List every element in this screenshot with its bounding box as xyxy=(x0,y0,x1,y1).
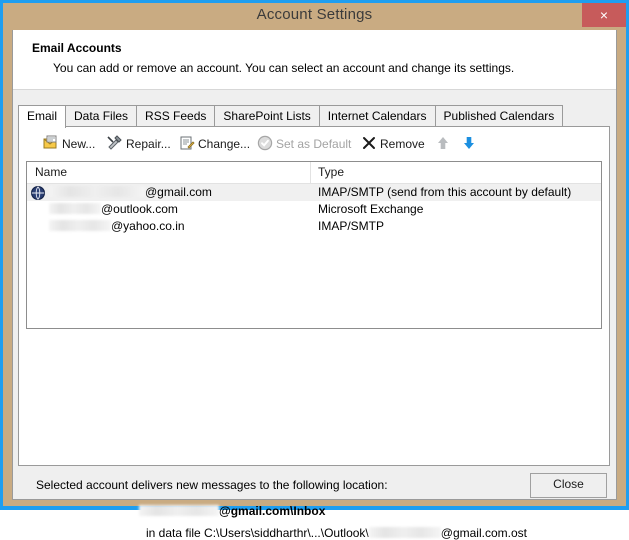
toolbar-button-label: Repair... xyxy=(126,136,171,151)
account-name: @gmail.com xyxy=(49,185,212,199)
data-file-prefix: in data file C:\Users\siddharthr\...\Out… xyxy=(146,526,369,540)
tab-label: Data Files xyxy=(74,109,129,123)
close-dialog-button[interactable]: Close xyxy=(530,473,607,498)
column-header-name[interactable]: Name xyxy=(35,165,67,179)
tab-label: Internet Calendars xyxy=(327,109,427,123)
account-type: Microsoft Exchange xyxy=(318,202,424,216)
account-settings-window: Account Settings × Email Accounts You ca… xyxy=(0,0,629,540)
account-name: @yahoo.co.in xyxy=(49,219,185,233)
close-icon: × xyxy=(599,7,609,23)
change-button[interactable]: Change... xyxy=(179,132,250,154)
tab-label: RSS Feeds xyxy=(145,109,207,123)
account-row[interactable]: @gmail.com IMAP/SMTP (send from this acco… xyxy=(27,184,601,201)
account-name-suffix: @outlook.com xyxy=(101,202,178,216)
check-circle-icon xyxy=(257,135,273,151)
toolbar-button-label: New... xyxy=(62,136,96,151)
tab-label: Email xyxy=(27,109,58,123)
move-up-arrow-button xyxy=(435,132,454,154)
change-account-icon xyxy=(179,135,195,151)
window-title: Account Settings xyxy=(256,6,373,23)
remove-button[interactable]: Remove xyxy=(361,132,425,154)
redacted-text xyxy=(49,220,111,231)
data-file-suffix: @gmail.com.ost xyxy=(440,526,527,540)
account-name: @outlook.com xyxy=(49,202,178,216)
toolbar-button-label: Set as Default xyxy=(276,136,352,151)
account-name-suffix: @yahoo.co.in xyxy=(111,219,185,233)
account-list[interactable]: Name Type @gmail.com IMAP/SMTP (send from… xyxy=(26,161,602,329)
account-toolbar: New... Repair... Change... Set as Default Re… xyxy=(19,127,609,159)
inbox-path-suffix: @gmail.com\Inbox xyxy=(219,504,326,518)
new-button[interactable]: New... xyxy=(43,132,95,154)
tab-strip: Email Data Files RSS Feeds SharePoint Lists… xyxy=(18,105,610,147)
tab-page-email: New... Repair... Change... Set as Default Re… xyxy=(18,126,610,540)
tab-label: SharePoint Lists xyxy=(223,109,311,123)
account-list-rows: @gmail.com IMAP/SMTP (send from this acco… xyxy=(27,184,601,235)
account-row[interactable]: @yahoo.co.in IMAP/SMTP xyxy=(27,218,601,235)
window-close-button[interactable]: × xyxy=(582,3,626,27)
delivery-data-file-path: in data file C:\Users\siddharthr\...\Out… xyxy=(146,526,527,540)
redacted-text xyxy=(368,527,441,538)
redacted-text xyxy=(139,505,219,516)
dialog-client-area: Email Accounts You can add or remove an … xyxy=(12,30,617,540)
tab-label: Published Calendars xyxy=(443,109,555,123)
tab-sharepoint-lists[interactable]: SharePoint Lists xyxy=(214,105,320,126)
x-remove-icon xyxy=(361,135,377,151)
redacted-text xyxy=(49,203,101,214)
column-divider[interactable] xyxy=(310,162,311,183)
move-down-arrow-button[interactable] xyxy=(461,132,480,154)
new-account-icon xyxy=(43,135,59,151)
repair-tools-icon xyxy=(107,135,123,151)
default-account-icon xyxy=(30,185,46,201)
toolbar-button-label: Change... xyxy=(198,136,251,151)
tab-published-calendars[interactable]: Published Calendars xyxy=(434,105,564,126)
column-header-type[interactable]: Type xyxy=(318,165,344,179)
redacted-text xyxy=(49,186,145,197)
delivery-location-label: Selected account delivers new messages t… xyxy=(36,478,388,492)
account-row[interactable]: @outlook.com Microsoft Exchange xyxy=(27,201,601,218)
account-type: IMAP/SMTP xyxy=(318,219,385,233)
move-up-arrow-icon xyxy=(435,135,451,151)
repair-button[interactable]: Repair... xyxy=(107,132,171,154)
account-name-suffix: @gmail.com xyxy=(145,185,212,199)
set-as-default-button: Set as Default xyxy=(257,132,351,154)
tab-email[interactable]: Email xyxy=(18,105,67,128)
tab-internet-calendars[interactable]: Internet Calendars xyxy=(318,105,436,126)
toolbar-button-label: Remove xyxy=(380,136,425,151)
page-title: Email Accounts xyxy=(32,41,122,55)
tab-data-files[interactable]: Data Files xyxy=(65,105,138,126)
page-subtitle: You can add or remove an account. You ca… xyxy=(53,61,515,75)
delivery-inbox-path: @gmail.com\Inbox xyxy=(139,504,325,518)
account-list-header: Name Type xyxy=(27,162,601,184)
account-type: IMAP/SMTP (send from this account by def… xyxy=(318,185,572,199)
close-button-label: Close xyxy=(553,477,584,491)
title-bar[interactable]: Account Settings × xyxy=(3,3,626,30)
tab-rss-feeds[interactable]: RSS Feeds xyxy=(136,105,216,126)
move-down-arrow-icon xyxy=(461,135,477,151)
dialog-header: Email Accounts You can add or remove an … xyxy=(13,30,616,90)
